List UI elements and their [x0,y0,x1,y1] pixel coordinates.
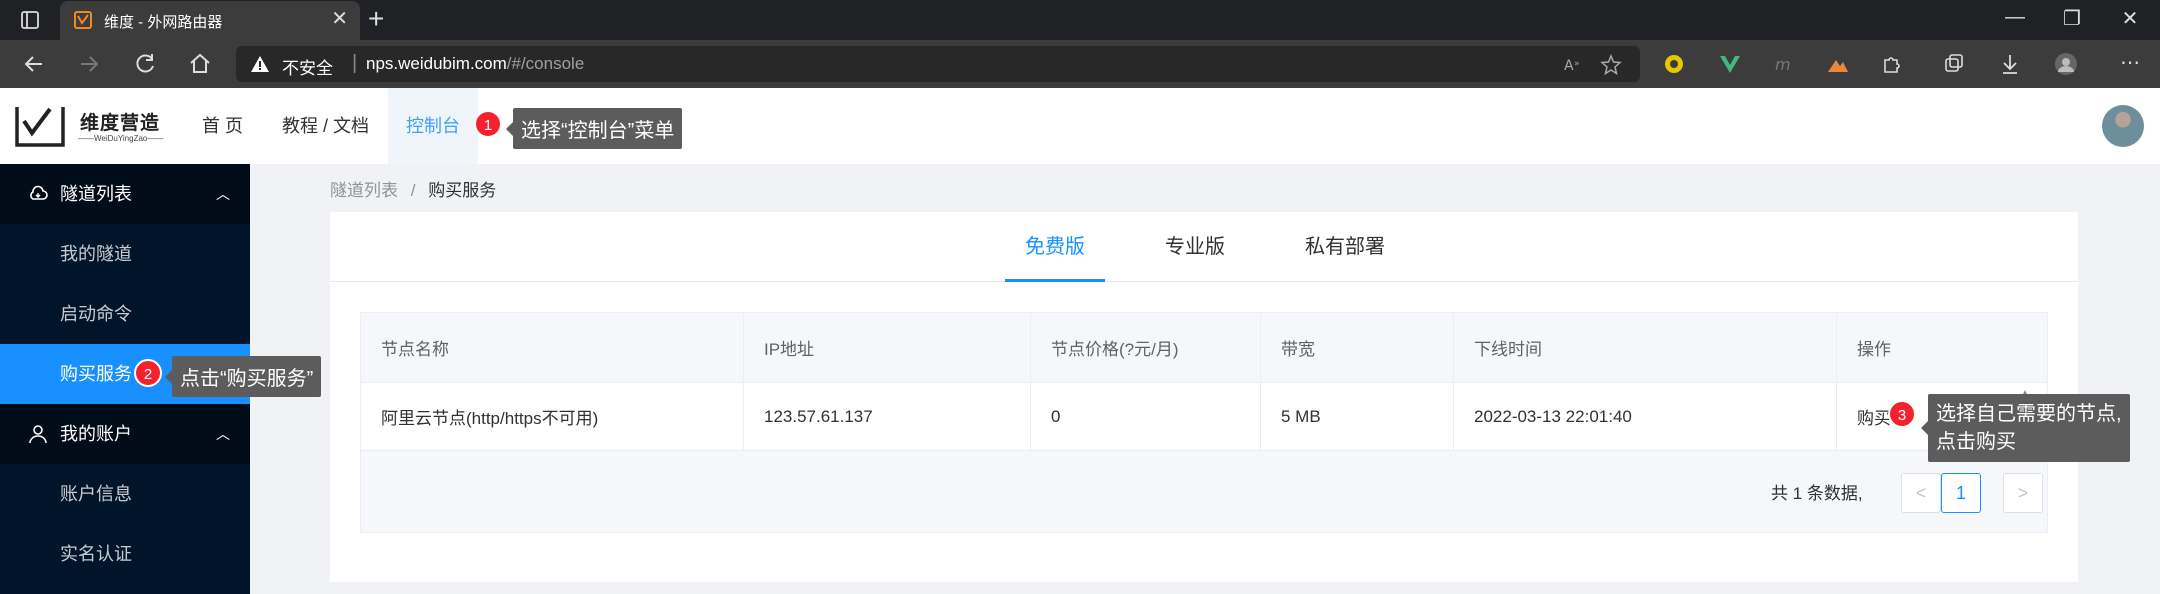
page-1-button[interactable]: 1 [1941,473,1981,513]
warning-icon[interactable] [250,54,270,74]
sidebar-item-verification[interactable]: 实名认证 [0,524,250,584]
sidebar-item-my-tunnels[interactable]: 我的隧道 [0,224,250,284]
download-icon[interactable] [1998,52,2022,76]
browser-toolbar: 不安全 | nps.weidubim.com/#/console A» m ⋯ [0,40,2160,88]
profile-avatar-icon[interactable] [2054,52,2078,76]
address-bar[interactable]: 不安全 | nps.weidubim.com/#/console A» [236,46,1640,82]
header-ip: IP地址 [744,313,1031,382]
nav-home[interactable]: 首 页 [184,88,261,164]
extension-m-icon[interactable]: m [1772,52,1796,76]
header-node-name: 节点名称 [361,313,744,382]
next-page-button[interactable]: > [2003,473,2043,513]
cell-offline-time: 2022-03-13 22:01:40 [1454,383,1837,450]
svg-text:A: A [1564,58,1574,74]
cell-bandwidth: 5 MB [1261,383,1454,450]
plan-tabs: 免费版 专业版 私有部署 [330,212,2078,282]
tab-actions-icon[interactable] [18,8,42,32]
tab-free[interactable]: 免费版 [1005,212,1105,282]
nav-docs[interactable]: 教程 / 文档 [264,88,387,164]
browser-tab[interactable]: 维度 - 外网路由器 ✕ [60,1,360,40]
tab-close-icon[interactable]: ✕ [331,9,348,29]
nav-console[interactable]: 控制台 [388,88,478,164]
tab-private[interactable]: 私有部署 [1285,212,1405,282]
user-icon [29,425,47,444]
step-badge-3: 3 [1888,400,1916,428]
step-tooltip-3-line2: 点击购买 [1936,431,2016,453]
read-aloud-icon[interactable]: A» [1562,54,1584,76]
header-bandwidth: 带宽 [1261,313,1454,382]
logo-icon [15,107,65,147]
home-icon[interactable] [186,50,214,78]
step-tooltip-1: 选择“控制台”菜单 [505,108,683,149]
table-row: 阿里云节点(http/https不可用) 123.57.61.137 0 5 M… [360,383,2048,451]
sidebar-group-tunnels[interactable]: 隧道列表 ︿ [0,164,250,224]
site-favicon-icon [74,11,92,29]
more-menu-icon[interactable]: ⋯ [2110,50,2150,75]
app-header: 维度营造 ——WeiDuYingZao—— 首 页 教程 / 文档 控制台 1 … [0,88,2160,164]
sidebar-group-label: 隧道列表 [60,184,132,204]
forward-icon[interactable] [75,50,103,78]
extension-yellow-icon[interactable] [1662,52,1686,76]
header-offline-time: 下线时间 [1454,313,1837,382]
new-tab-icon[interactable]: + [368,4,384,34]
step-tooltip-3: 选择自己需要的节点, 点击购买 [1921,394,2130,462]
cell-price: 0 [1031,383,1261,450]
sidebar-group-label: 我的账户 [60,424,132,444]
header-action: 操作 [1857,340,1891,359]
user-avatar[interactable] [2102,105,2144,147]
header-price: 节点价格(?元/月) [1031,313,1261,382]
sidebar-group-account[interactable]: 我的账户 ︿ [0,404,250,464]
url-text[interactable]: nps.weidubim.com/#/console [366,54,584,74]
window-close-icon[interactable]: ✕ [2110,6,2150,31]
pagination-bar: 共 1 条数据, < 1 > [360,451,2048,533]
restore-icon[interactable]: ❐ [2052,6,2092,31]
sidebar-item-account-info[interactable]: 账户信息 [0,464,250,524]
svg-text:m: m [1775,55,1791,74]
breadcrumb-separator: / [410,181,416,200]
total-count: 共 1 条数据, [1771,484,1863,503]
cell-node-name: 阿里云节点(http/https不可用) [361,383,744,450]
vue-devtools-icon[interactable] [1718,52,1742,76]
svg-text:»: » [1574,59,1580,69]
chevron-up-icon: ︿ [216,186,230,202]
extensions-puzzle-icon[interactable] [1880,52,1904,76]
content-card: 免费版 专业版 私有部署 节点名称 IP地址 节点价格(?元/月) 带宽 下线时… [330,212,2078,582]
breadcrumb-parent[interactable]: 隧道列表 [330,181,398,200]
refresh-icon[interactable] [131,50,159,78]
step-tooltip-3-line1: 选择自己需要的节点, [1936,403,2122,425]
collections-icon[interactable] [1942,52,1966,76]
url-separator: | [352,52,358,74]
cloud-icon [30,185,48,200]
minimize-icon[interactable]: — [1995,6,2035,29]
extension-hill-icon[interactable] [1826,52,1850,76]
browser-tab-bar: 维度 - 外网路由器 ✕ + — ❐ ✕ [0,0,2160,40]
favorite-icon[interactable] [1600,54,1622,76]
sidebar-item-start-command[interactable]: 启动命令 [0,284,250,344]
breadcrumb-current: 购买服务 [428,181,497,200]
insecure-label: 不安全 [282,59,333,78]
step-tooltip-2: 点击“购买服务” [164,356,322,397]
step-badge-2: 2 [134,359,162,387]
tab-title: 维度 - 外网路由器 [104,14,223,31]
breadcrumb: 隧道列表 / 购买服务 [330,176,496,201]
logo-text: 维度营造 [80,113,161,134]
table-header-row: 节点名称 IP地址 节点价格(?元/月) 带宽 下线时间 操作 [360,312,2048,383]
chevron-up-icon: ︿ [216,426,230,442]
tab-pro[interactable]: 专业版 [1145,212,1245,282]
step-badge-1: 1 [474,110,502,138]
cell-ip: 123.57.61.137 [744,383,1031,450]
logo-subtitle: ——WeiDuYingZao—— [78,134,164,143]
back-icon[interactable] [20,50,48,78]
prev-page-button[interactable]: < [1901,473,1941,513]
